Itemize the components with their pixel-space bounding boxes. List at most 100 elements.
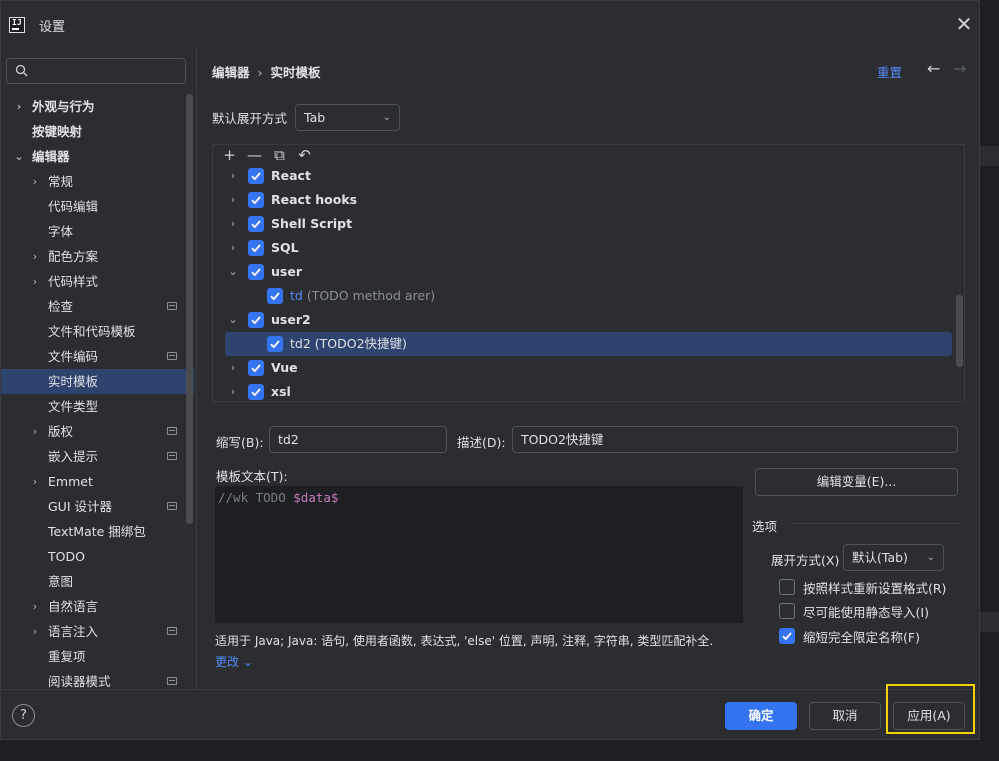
default-expand-select[interactable]: Tab ⌄ — [295, 104, 401, 131]
option-row[interactable]: 缩短完全限定名称(F) — [779, 626, 920, 646]
template-checkbox[interactable] — [267, 336, 283, 352]
chevron-right-icon[interactable]: › — [29, 244, 41, 269]
abbreviation-field[interactable]: td2 — [269, 426, 447, 453]
reset-link[interactable]: 重置 — [877, 62, 902, 81]
remove-icon[interactable]: — — [242, 145, 267, 166]
project-scope-icon — [167, 352, 177, 360]
template-group-row[interactable]: › xsl — [213, 380, 964, 401]
sidebar-item[interactable]: TODO — [1, 544, 194, 569]
check-icon — [270, 292, 280, 301]
template-row[interactable]: td (TODO method arer) — [213, 284, 964, 308]
help-icon[interactable]: ? — [12, 704, 35, 727]
template-group-row[interactable]: › Shell Script — [213, 212, 964, 236]
tree-scrollbar[interactable] — [956, 295, 963, 367]
description-field[interactable]: TODO2快捷键 — [512, 426, 958, 453]
group-checkbox[interactable] — [248, 168, 264, 184]
add-icon[interactable]: + — [217, 145, 242, 166]
chevron-right-icon[interactable]: › — [29, 469, 41, 494]
sidebar-item[interactable]: 文件和代码模板 — [1, 319, 194, 344]
ok-button[interactable]: 确定 — [725, 702, 797, 730]
chevron-right-icon[interactable]: › — [29, 594, 41, 619]
search-icon — [15, 64, 28, 77]
chevron-down-icon[interactable]: ⌄ — [227, 308, 239, 332]
edit-variables-button[interactable]: 编辑变量(E)... — [755, 468, 958, 496]
sidebar-item[interactable]: › 外观与行为 — [1, 94, 194, 119]
chevron-right-icon[interactable]: › — [227, 380, 239, 401]
template-group-row[interactable]: ⌄ user2 — [213, 308, 964, 332]
sidebar-item[interactable]: › 自然语言 — [1, 594, 194, 619]
template-group-row[interactable]: ⌄ user — [213, 260, 964, 284]
sidebar-item[interactable]: 字体 — [1, 219, 194, 244]
expand-with-select[interactable]: 默认(Tab) ⌄ — [843, 544, 944, 571]
sidebar-item[interactable]: › 版权 — [1, 419, 194, 444]
group-checkbox[interactable] — [248, 360, 264, 376]
template-row[interactable]: td2 (TODO2快捷键) — [225, 332, 952, 356]
option-checkbox[interactable] — [779, 579, 795, 595]
sidebar-scrollbar[interactable] — [186, 94, 193, 524]
group-checkbox[interactable] — [248, 264, 264, 280]
group-checkbox[interactable] — [248, 240, 264, 256]
group-name: xsl — [271, 384, 291, 399]
chevron-right-icon[interactable]: › — [29, 619, 41, 644]
chevron-down-icon[interactable]: ⌄ — [227, 260, 239, 284]
chevron-right-icon[interactable]: › — [227, 236, 239, 260]
sidebar-item[interactable]: ⌄ 编辑器 — [1, 144, 194, 169]
sidebar-item[interactable]: TextMate 捆绑包 — [1, 519, 194, 544]
chevron-right-icon[interactable]: › — [227, 356, 239, 380]
search-box[interactable] — [6, 58, 186, 84]
back-arrow-icon[interactable]: ← — [927, 59, 940, 78]
group-checkbox[interactable] — [248, 216, 264, 232]
template-group-row[interactable]: › Vue — [213, 356, 964, 380]
sidebar-item[interactable]: › 代码样式 — [1, 269, 194, 294]
sidebar-item-label: 自然语言 — [48, 599, 99, 614]
template-group-row[interactable]: › React hooks — [213, 188, 964, 212]
default-expand-label: 默认展开方式 — [212, 111, 288, 126]
cancel-button[interactable]: 取消 — [809, 702, 881, 730]
sidebar-item[interactable]: 文件类型 — [1, 394, 194, 419]
group-checkbox[interactable] — [248, 192, 264, 208]
sidebar-item[interactable]: › 语言注入 — [1, 619, 194, 644]
revert-icon[interactable]: ↶ — [292, 145, 317, 166]
option-checkbox[interactable] — [779, 603, 795, 619]
change-contexts-link[interactable]: 更改 ⌄ — [215, 653, 253, 670]
forward-arrow-icon[interactable]: → — [953, 59, 966, 78]
chevron-right-icon[interactable]: › — [13, 94, 25, 119]
chevron-right-icon[interactable]: › — [227, 188, 239, 212]
sidebar-item[interactable]: 按键映射 — [1, 119, 194, 144]
breadcrumb-parent[interactable]: 编辑器 — [212, 65, 250, 80]
search-input[interactable] — [37, 62, 177, 80]
sidebar-item[interactable]: 重复项 — [1, 644, 194, 669]
chevron-right-icon[interactable]: › — [227, 212, 239, 236]
sidebar-item[interactable]: › Emmet — [1, 469, 194, 494]
group-checkbox[interactable] — [248, 312, 264, 328]
option-row[interactable]: 按照样式重新设置格式(R) — [779, 577, 946, 597]
sidebar-item[interactable]: › 配色方案 — [1, 244, 194, 269]
description-label: 描述(D): — [457, 435, 506, 450]
template-comment: //wk TODO — [218, 490, 294, 505]
template-group-row[interactable]: › React — [213, 164, 964, 188]
copy-icon[interactable]: ⧉ — [267, 145, 292, 166]
sidebar-item[interactable]: 实时模板 — [1, 369, 194, 394]
sidebar-item[interactable]: 代码编辑 — [1, 194, 194, 219]
sidebar-item[interactable]: › 常规 — [1, 169, 194, 194]
template-group-row[interactable]: › SQL — [213, 236, 964, 260]
group-checkbox[interactable] — [248, 384, 264, 400]
sidebar-item[interactable]: 阅读器模式 — [1, 669, 194, 689]
chevron-right-icon[interactable]: › — [29, 269, 41, 294]
sidebar-item[interactable]: 检查 — [1, 294, 194, 319]
template-checkbox[interactable] — [267, 288, 283, 304]
sidebar-item[interactable]: 文件编码 — [1, 344, 194, 369]
sidebar-item-label: 按键映射 — [32, 124, 83, 139]
close-button[interactable]: ✕ — [953, 14, 975, 36]
sidebar-item[interactable]: 嵌入提示 — [1, 444, 194, 469]
sidebar-item[interactable]: 意图 — [1, 569, 194, 594]
option-checkbox[interactable] — [779, 628, 795, 644]
apply-highlight-box — [886, 684, 975, 734]
chevron-right-icon[interactable]: › — [29, 419, 41, 444]
chevron-down-icon[interactable]: ⌄ — [13, 144, 25, 169]
chevron-right-icon[interactable]: › — [227, 164, 239, 188]
option-row[interactable]: 尽可能使用静态导入(I) — [779, 601, 929, 621]
sidebar-item[interactable]: GUI 设计器 — [1, 494, 194, 519]
chevron-right-icon[interactable]: › — [29, 169, 41, 194]
template-text-editor[interactable]: //wk TODO $data$ — [215, 486, 743, 623]
